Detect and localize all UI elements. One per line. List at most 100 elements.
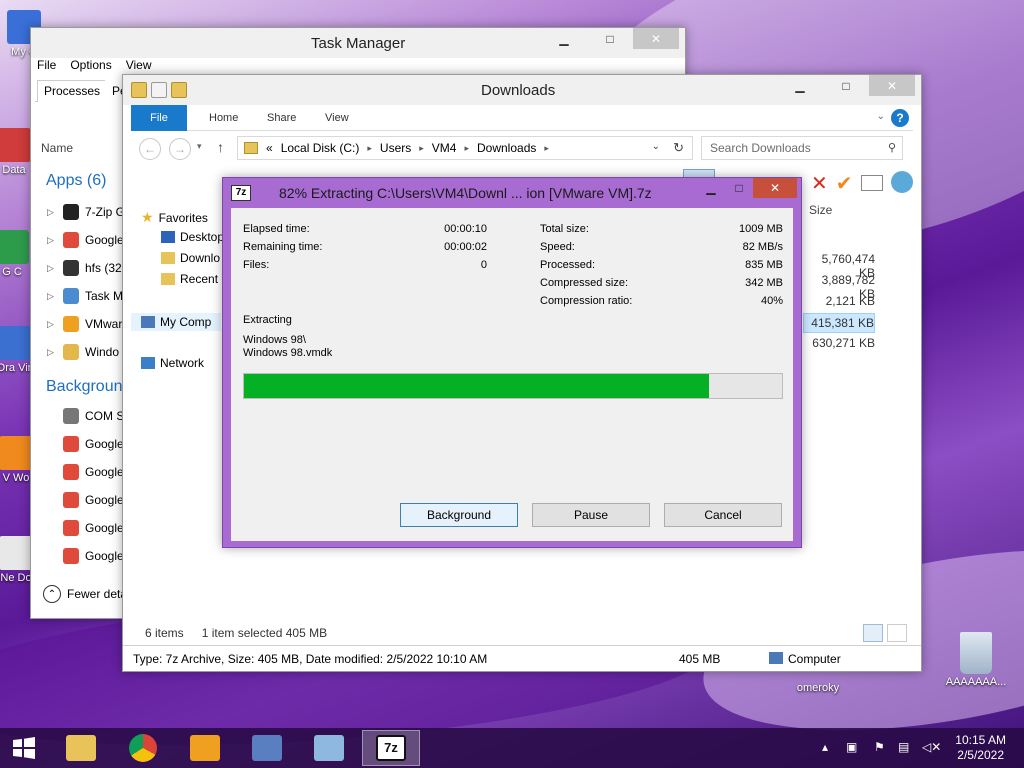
cancel-button[interactable]: Cancel <box>664 503 782 527</box>
fewer-details-button[interactable]: ⌃ Fewer deta <box>43 585 127 603</box>
expand-arrow-icon[interactable]: ▷ <box>47 235 57 246</box>
nav-desktop[interactable]: Desktop <box>161 230 224 244</box>
process-row[interactable]: ▷ hfs (32 <box>47 257 122 279</box>
minimize-button[interactable]: ▁ <box>697 178 725 198</box>
process-name: Task M <box>85 289 124 303</box>
process-name: Google <box>85 437 124 451</box>
process-name: VMwar <box>85 317 123 331</box>
delete-icon[interactable]: ✕ <box>811 171 828 196</box>
taskbar-task-manager[interactable] <box>300 730 358 766</box>
address-dropdown-icon[interactable]: ⌄ <box>652 141 660 152</box>
up-arrow-icon[interactable]: ↑ <box>217 139 224 155</box>
ribbon-tab-home[interactable]: Home <box>195 105 252 131</box>
task-manager-titlebar[interactable]: Task Manager ▁ □ ✕ <box>31 28 685 58</box>
expand-ribbon-icon[interactable]: ⌄ <box>877 111 885 122</box>
storage-icon[interactable]: ▣ <box>846 740 857 754</box>
ribbon-tab-view[interactable]: View <box>311 105 363 131</box>
background-button[interactable]: Background <box>400 503 518 527</box>
volume-icon[interactable]: ◁✕ <box>922 740 941 754</box>
apps-section-header: Apps (6) <box>46 172 107 189</box>
expand-arrow-icon[interactable]: ▷ <box>47 291 57 302</box>
address-overflow[interactable]: « <box>266 141 273 155</box>
help-icon[interactable]: ? <box>891 109 909 127</box>
process-row[interactable]: ▷ Google <box>47 229 124 251</box>
menu-view[interactable]: View <box>126 58 152 72</box>
taskbar-hfs[interactable] <box>238 730 296 766</box>
desktop-icon-recycle-bin[interactable]: AAAAAAA... <box>936 632 1016 688</box>
process-row[interactable]: COM S <box>47 405 124 427</box>
expand-arrow-icon[interactable]: ▷ <box>47 319 57 330</box>
process-icon <box>63 436 79 452</box>
column-name-header[interactable]: Name <box>41 141 73 155</box>
taskbar-vmware[interactable] <box>176 730 234 766</box>
tab-processes[interactable]: Processes <box>37 80 108 102</box>
ribbon-tab-share[interactable]: Share <box>253 105 310 131</box>
close-button[interactable]: ✕ <box>633 28 679 49</box>
minimize-button[interactable]: ▁ <box>777 75 823 96</box>
new-folder-icon[interactable] <box>171 82 187 98</box>
process-row[interactable]: Google <box>47 489 124 511</box>
close-button[interactable]: ✕ <box>753 178 797 198</box>
menu-file[interactable]: File <box>37 58 56 72</box>
large-icons-view-icon[interactable] <box>887 624 907 642</box>
minimize-button[interactable]: ▁ <box>541 28 587 49</box>
refresh-icon[interactable]: ↻ <box>673 140 684 156</box>
properties-panel-icon[interactable] <box>860 175 883 191</box>
forward-button[interactable]: → <box>169 138 191 160</box>
breadcrumb-vm4[interactable]: VM4 <box>432 141 457 155</box>
maximize-button[interactable]: □ <box>823 75 869 96</box>
maximize-button[interactable]: □ <box>587 28 633 49</box>
nav-recent-places[interactable]: Recent p <box>161 272 228 286</box>
network-tray-icon[interactable]: ▤ <box>898 740 909 754</box>
process-row[interactable]: Google <box>47 461 124 483</box>
explorer-titlebar[interactable]: Downloads ▁ □ ✕ <box>123 75 921 105</box>
expand-arrow-icon[interactable]: ▷ <box>47 263 57 274</box>
process-row[interactable]: ▷ Task M <box>47 285 123 307</box>
clock[interactable]: 10:15 AM 2/5/2022 <box>955 733 1006 763</box>
start-button[interactable] <box>0 730 48 766</box>
expand-arrow-icon[interactable]: ▷ <box>47 207 57 218</box>
window-title: Task Manager <box>311 35 406 52</box>
recent-locations-icon[interactable]: ▾ <box>197 141 202 152</box>
file-size-selected[interactable]: 415,381 KB <box>803 313 875 333</box>
taskbar-7zip[interactable]: 7z <box>362 730 420 766</box>
taskbar-file-explorer[interactable] <box>52 730 110 766</box>
ribbon-tab-file[interactable]: File <box>131 105 187 131</box>
process-row[interactable]: Google <box>47 433 124 455</box>
maximize-button[interactable]: □ <box>725 178 753 198</box>
column-size-header[interactable]: Size <box>809 203 832 217</box>
breadcrumb-users[interactable]: Users <box>380 141 411 155</box>
checkmark-icon[interactable]: ✔ <box>836 171 853 196</box>
processed-label: Processed: <box>540 259 596 271</box>
clock-time: 10:15 AM <box>955 733 1006 747</box>
process-row[interactable]: Google <box>47 545 124 567</box>
globe-icon[interactable] <box>890 171 913 193</box>
process-row[interactable]: ▷ VMwar <box>47 313 122 335</box>
breadcrumb-local-disk[interactable]: Local Disk (C:) <box>281 141 360 155</box>
desktop-icon-omeroky[interactable]: omeroky <box>788 682 848 694</box>
address-bar[interactable]: « Local Disk (C:) ▸ Users ▸ VM4 ▸ Downloads… <box>237 136 693 160</box>
back-button[interactable]: ← <box>139 138 161 160</box>
process-row[interactable]: Google <box>47 517 124 539</box>
folder-icon[interactable] <box>131 82 147 98</box>
taskbar-chrome[interactable] <box>114 730 172 766</box>
progress-bar-fill <box>244 374 710 398</box>
details-bar: Type: 7z Archive, Size: 405 MB, Date mod… <box>123 645 921 671</box>
process-row[interactable]: ▷ 7-Zip G <box>47 201 125 223</box>
properties-icon[interactable] <box>151 82 167 98</box>
action-center-icon[interactable]: ⚑ <box>874 740 885 754</box>
nav-favorites[interactable]: ★ Favorites <box>141 209 208 226</box>
process-row[interactable]: ▷ Windo <box>47 341 119 363</box>
breadcrumb-downloads[interactable]: Downloads <box>477 141 536 155</box>
show-hidden-icons[interactable]: ▴ <box>822 740 828 754</box>
dialog-titlebar[interactable]: 7z 82% Extracting C:\Users\VM4\Downl ...… <box>223 178 801 208</box>
nav-computer[interactable]: My Comp <box>131 313 222 331</box>
details-view-icon[interactable] <box>863 624 883 642</box>
expand-arrow-icon[interactable]: ▷ <box>47 347 57 358</box>
pause-button[interactable]: Pause <box>532 503 650 527</box>
nav-network[interactable]: Network <box>141 356 204 370</box>
menu-options[interactable]: Options <box>70 58 111 72</box>
nav-downloads[interactable]: Downlo <box>161 251 220 265</box>
close-button[interactable]: ✕ <box>869 75 915 96</box>
search-input[interactable]: Search Downloads ⚲ <box>701 136 903 160</box>
